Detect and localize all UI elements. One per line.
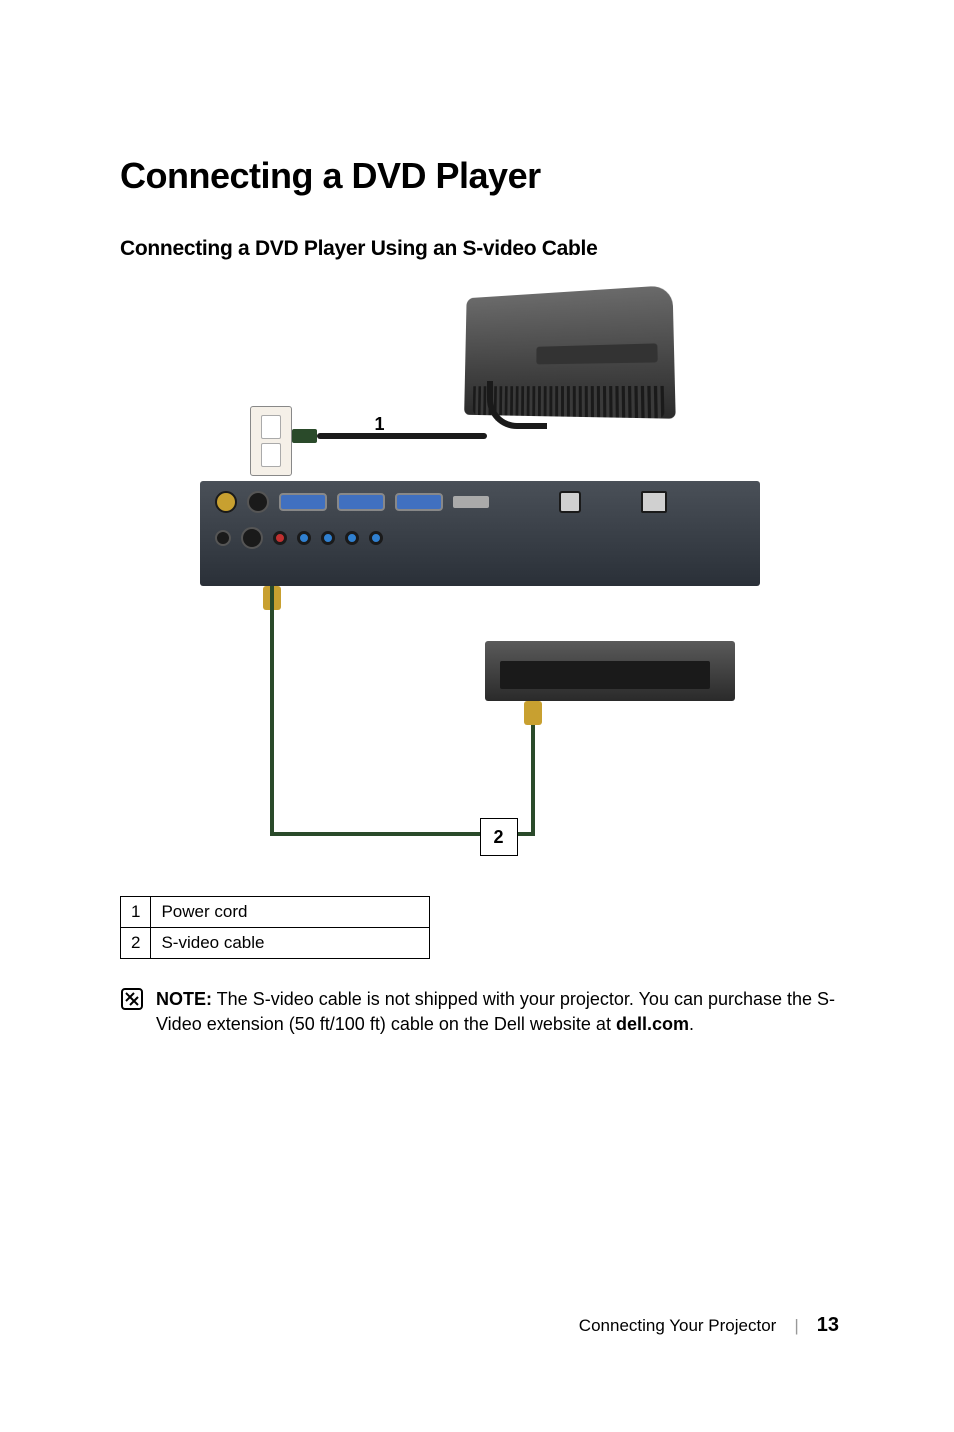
callout-label-1: 1 (375, 414, 385, 435)
footer-page-number: 13 (817, 1314, 839, 1337)
section-subtitle: Connecting a DVD Player Using an S-video… (120, 237, 839, 261)
note-body: The S-video cable is not shipped with yo… (156, 989, 835, 1034)
wall-outlet-illustration (250, 406, 292, 476)
projector-rear-panel-illustration (200, 481, 760, 586)
table-row: 2 S-video cable (121, 928, 430, 959)
power-cord-illustration (292, 421, 487, 451)
callout-label-2: 2 (480, 818, 518, 856)
legend-label: Power cord (151, 897, 430, 928)
connection-diagram: 1 2 (200, 286, 760, 856)
dvd-player-illustration (485, 641, 735, 701)
note-text: NOTE: The S-video cable is not shipped w… (156, 987, 839, 1037)
note-suffix: . (689, 1014, 694, 1034)
page-title: Connecting a DVD Player (120, 155, 839, 197)
footer-section: Connecting Your Projector (579, 1316, 777, 1336)
note-icon (120, 987, 144, 1011)
svideo-connector-bottom (524, 701, 542, 725)
svideo-cable-illustration (270, 586, 274, 836)
note-block: NOTE: The S-video cable is not shipped w… (120, 987, 839, 1037)
legend-table: 1 Power cord 2 S-video cable (120, 896, 430, 959)
table-row: 1 Power cord (121, 897, 430, 928)
legend-label: S-video cable (151, 928, 430, 959)
page-footer: Connecting Your Projector | 13 (579, 1314, 839, 1337)
footer-divider: | (794, 1316, 798, 1336)
legend-num: 1 (121, 897, 151, 928)
note-link: dell.com (616, 1014, 689, 1034)
note-prefix: NOTE: (156, 989, 212, 1009)
legend-num: 2 (121, 928, 151, 959)
